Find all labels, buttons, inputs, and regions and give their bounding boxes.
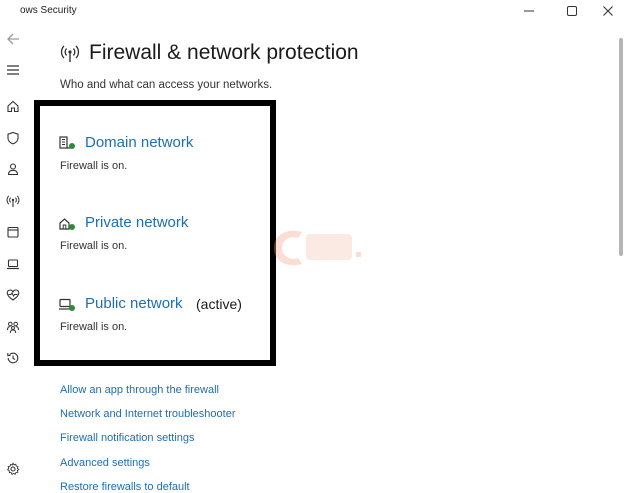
- laptop-icon: [7, 259, 19, 270]
- domain-network-link[interactable]: Domain network: [85, 134, 193, 151]
- family-icon: [7, 321, 19, 334]
- private-network-icon: [59, 218, 75, 230]
- nav-device-security[interactable]: [4, 255, 22, 273]
- page-subtitle: Who and what can access your networks.: [60, 79, 273, 91]
- domain-network-icon: [59, 136, 75, 149]
- private-network-link[interactable]: Private network: [85, 214, 188, 231]
- close-button[interactable]: [598, 3, 618, 19]
- back-button[interactable]: [4, 30, 22, 48]
- nav-virus-protection[interactable]: [4, 129, 22, 147]
- home-icon: [7, 100, 19, 113]
- hamburger-menu-icon: [7, 65, 19, 75]
- minimize-icon: [524, 10, 534, 12]
- advanced-settings-link[interactable]: Advanced settings: [60, 457, 150, 469]
- troubleshooter-link[interactable]: Network and Internet troubleshooter: [60, 408, 236, 420]
- public-network-link[interactable]: Public network: [85, 295, 183, 312]
- wireless-antenna-icon: [6, 195, 20, 207]
- nav-settings[interactable]: [4, 460, 22, 478]
- nav-firewall[interactable]: [4, 192, 22, 210]
- menu-button[interactable]: [4, 61, 22, 79]
- app-browser-icon: [7, 226, 19, 238]
- nav-account-protection[interactable]: [4, 160, 22, 178]
- person-icon: [7, 163, 19, 176]
- private-network-status: Firewall is on.: [60, 240, 128, 252]
- window-title: ows Security: [20, 5, 77, 16]
- shield-icon: [7, 131, 19, 145]
- close-icon: [603, 6, 613, 16]
- notification-settings-link[interactable]: Firewall notification settings: [60, 432, 195, 444]
- heart-pulse-icon: [6, 289, 20, 301]
- restore-defaults-link[interactable]: Restore firewalls to default: [60, 481, 190, 493]
- nav-protection-history[interactable]: [4, 349, 22, 367]
- public-network-icon: [59, 298, 75, 311]
- active-network-label: (active): [196, 296, 242, 312]
- nav-family-options[interactable]: [4, 318, 22, 336]
- allow-app-link[interactable]: Allow an app through the firewall: [60, 384, 219, 396]
- minimize-button[interactable]: [519, 3, 539, 19]
- nav-device-performance[interactable]: [4, 286, 22, 304]
- scrollbar-thumb[interactable]: [619, 38, 623, 256]
- wireless-antenna-icon: [60, 45, 80, 62]
- page-title: Firewall & network protection: [89, 41, 359, 64]
- watermark-logo: [274, 230, 361, 266]
- nav-app-browser-control[interactable]: [4, 223, 22, 241]
- maximize-icon: [567, 6, 577, 16]
- domain-network-status: Firewall is on.: [60, 160, 128, 172]
- settings-gear-icon: [6, 462, 20, 476]
- maximize-button[interactable]: [562, 3, 582, 19]
- navigation-rail: [0, 24, 28, 493]
- title-bar: ows Security: [0, 0, 630, 24]
- public-network-status: Firewall is on.: [60, 321, 128, 333]
- back-arrow-icon: [7, 33, 19, 45]
- history-icon: [7, 352, 19, 364]
- nav-home[interactable]: [4, 97, 22, 115]
